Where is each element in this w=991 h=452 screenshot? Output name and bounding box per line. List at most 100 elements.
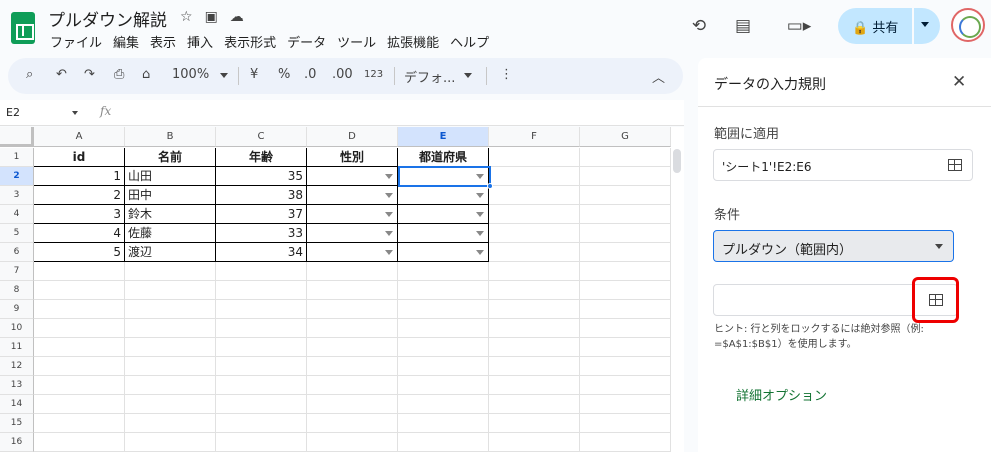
menu-tools[interactable]: ツール — [337, 32, 376, 51]
grid-cell[interactable] — [398, 262, 489, 281]
grid-cell[interactable] — [489, 224, 580, 243]
grid-cell[interactable] — [580, 319, 671, 338]
grid-cell[interactable] — [34, 376, 125, 395]
close-icon[interactable]: ✕ — [952, 72, 966, 92]
grid-cell[interactable] — [125, 338, 216, 357]
zoom-select[interactable]: 100% — [172, 67, 209, 82]
number-format-button[interactable]: 123 — [364, 69, 383, 80]
dropdown-chip-icon[interactable] — [385, 193, 393, 198]
header-cell[interactable]: 都道府県 — [398, 148, 489, 167]
dropdown-chip-icon[interactable] — [385, 212, 393, 217]
grid-cell[interactable] — [489, 433, 580, 452]
dropdown-chip-icon[interactable] — [476, 231, 484, 236]
grid-cell[interactable] — [489, 338, 580, 357]
age-cell[interactable]: 35 — [216, 167, 307, 186]
grid-cell[interactable] — [125, 357, 216, 376]
share-dropdown-icon[interactable] — [921, 22, 929, 27]
row-header[interactable]: 5 — [0, 224, 34, 243]
dropdown-chip-icon[interactable] — [385, 250, 393, 255]
grid-cell[interactable] — [125, 300, 216, 319]
grid-cell[interactable] — [34, 319, 125, 338]
id-cell[interactable]: 1 — [34, 167, 125, 186]
age-cell[interactable]: 33 — [216, 224, 307, 243]
grid-cell[interactable] — [125, 395, 216, 414]
grid-cell[interactable] — [34, 433, 125, 452]
grid-cell[interactable] — [125, 262, 216, 281]
grid-cell[interactable] — [307, 357, 398, 376]
select-data-range-icon[interactable] — [929, 294, 943, 306]
grid-cell[interactable] — [307, 395, 398, 414]
sheet-grid[interactable]: A B C D E F G 1 2 3 4 5 6 7 8 9 10 11 12 13 14 15 16 id… — [0, 127, 684, 452]
column-header-f[interactable]: F — [489, 127, 580, 147]
row-header[interactable]: 13 — [0, 376, 34, 395]
select-range-icon[interactable] — [948, 159, 962, 171]
column-header-b[interactable]: B — [125, 127, 216, 147]
grid-cell[interactable] — [34, 300, 125, 319]
grid-cell[interactable] — [216, 376, 307, 395]
grid-cell[interactable] — [34, 414, 125, 433]
menu-help[interactable]: ヘルプ — [450, 32, 489, 51]
grid-cell[interactable] — [580, 243, 671, 262]
prefecture-dropdown-cell[interactable] — [398, 186, 489, 205]
grid-cell[interactable] — [489, 376, 580, 395]
column-header-d[interactable]: D — [307, 127, 398, 147]
gender-dropdown-cell[interactable] — [307, 167, 398, 186]
age-cell[interactable]: 38 — [216, 186, 307, 205]
grid-cell[interactable] — [216, 357, 307, 376]
grid-cell[interactable] — [307, 376, 398, 395]
gender-dropdown-cell[interactable] — [307, 186, 398, 205]
grid-cell[interactable] — [580, 357, 671, 376]
grid-cell[interactable] — [398, 376, 489, 395]
gender-dropdown-cell[interactable] — [307, 243, 398, 262]
id-cell[interactable]: 4 — [34, 224, 125, 243]
star-icon[interactable]: ☆ — [180, 9, 193, 25]
more-options-icon[interactable]: ⋮ — [500, 67, 513, 82]
gender-dropdown-cell[interactable] — [307, 224, 398, 243]
percent-format-button[interactable]: % — [278, 67, 290, 82]
grid-cell[interactable] — [216, 395, 307, 414]
grid-cell[interactable] — [216, 281, 307, 300]
advanced-options-link[interactable]: 詳細オプション — [736, 385, 827, 404]
grid-cell[interactable] — [307, 300, 398, 319]
grid-cell[interactable] — [398, 319, 489, 338]
row-header[interactable]: 12 — [0, 357, 34, 376]
sheets-logo-icon[interactable] — [11, 12, 35, 44]
share-button[interactable]: 🔒 共有 — [838, 8, 940, 44]
row-header[interactable]: 14 — [0, 395, 34, 414]
grid-cell[interactable] — [307, 414, 398, 433]
grid-cell[interactable] — [580, 186, 671, 205]
document-title[interactable]: プルダウン解説 — [48, 6, 167, 31]
grid-cell[interactable] — [398, 338, 489, 357]
grid-cell[interactable] — [216, 338, 307, 357]
grid-cell[interactable] — [580, 224, 671, 243]
age-cell[interactable]: 37 — [216, 205, 307, 224]
row-header[interactable]: 10 — [0, 319, 34, 338]
font-select[interactable]: デフォ... — [404, 67, 455, 86]
name-cell[interactable]: 鈴木 — [125, 205, 216, 224]
row-header[interactable]: 3 — [0, 186, 34, 205]
grid-cell[interactable] — [489, 262, 580, 281]
move-folder-icon[interactable]: ▣ — [205, 9, 218, 25]
row-header[interactable]: 2 — [0, 167, 34, 186]
grid-cell[interactable] — [398, 433, 489, 452]
grid-cell[interactable] — [489, 186, 580, 205]
header-cell[interactable]: 年齢 — [216, 148, 307, 167]
select-all-corner[interactable] — [0, 127, 34, 147]
font-dropdown-icon[interactable] — [464, 73, 472, 78]
increase-decimal-button[interactable]: .00 — [332, 67, 353, 82]
grid-cell[interactable] — [307, 262, 398, 281]
row-header[interactable]: 4 — [0, 205, 34, 224]
menu-data[interactable]: データ — [287, 32, 326, 51]
prefecture-dropdown-cell[interactable] — [398, 205, 489, 224]
print-icon[interactable]: ⎙ — [114, 67, 124, 82]
prefecture-dropdown-cell[interactable] — [398, 243, 489, 262]
grid-cell[interactable] — [216, 262, 307, 281]
name-cell[interactable]: 山田 — [125, 167, 216, 186]
grid-cell[interactable] — [489, 300, 580, 319]
grid-cell[interactable] — [489, 319, 580, 338]
grid-cell[interactable] — [580, 338, 671, 357]
grid-cell[interactable] — [34, 262, 125, 281]
collapse-toolbar-icon[interactable]: ︿ — [652, 67, 665, 86]
grid-cell[interactable] — [398, 395, 489, 414]
column-header-a[interactable]: A — [34, 127, 125, 147]
